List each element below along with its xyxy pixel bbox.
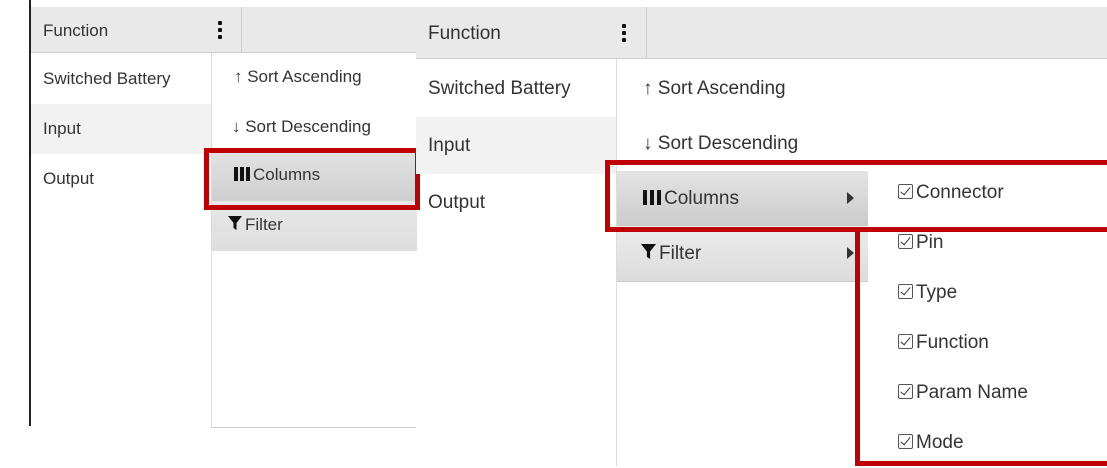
grid-header-left: Function	[31, 7, 417, 53]
menu-item-filter-wrap: Filter	[641, 243, 701, 265]
column-header-function[interactable]: Function	[428, 23, 501, 45]
kebab-menu-icon[interactable]	[218, 21, 222, 39]
column-header-function[interactable]: Function	[43, 21, 108, 41]
highlight-box-columns-left	[204, 148, 420, 210]
kebab-menu-icon[interactable]	[622, 24, 626, 42]
filter-icon	[228, 216, 242, 230]
cell-function: Output	[428, 192, 486, 213]
menu-item-label: ↑ Sort Ascending	[643, 78, 786, 99]
cell-function: Input	[428, 135, 471, 156]
menu-item-label: ↓ Sort Descending	[643, 133, 799, 154]
cell-function: Output	[43, 169, 95, 188]
column-menu-right: ↑ Sort Ascending ↓ Sort Descending Colum…	[616, 59, 869, 466]
highlight-box-columns-right	[605, 160, 1107, 232]
menu-item-label: ↑ Sort Ascending	[234, 67, 362, 86]
table-row[interactable]: Input	[31, 104, 211, 154]
header-separator	[241, 7, 242, 53]
menu-item-label: Filter	[659, 243, 702, 264]
table-row[interactable]: Switched Battery	[31, 54, 211, 104]
menu-item-filter[interactable]: Filter	[617, 226, 869, 282]
filter-icon	[641, 244, 656, 259]
table-row[interactable]: Switched Battery	[416, 60, 616, 117]
cell-function: Switched Battery	[43, 69, 171, 88]
submenu-arrow-icon	[847, 247, 854, 259]
highlight-box-submenu	[855, 227, 1107, 466]
table-row[interactable]: Output	[31, 154, 211, 204]
cell-function: Input	[43, 119, 81, 138]
column-menu-left: ↑ Sort Ascending ↓ Sort Descending Colum…	[211, 53, 417, 428]
cell-function: Switched Battery	[428, 78, 571, 99]
header-separator	[646, 7, 647, 59]
menu-item-filter-wrap: Filter	[228, 215, 283, 235]
table-row[interactable]: Input	[416, 117, 616, 174]
menu-item-label: ↓ Sort Descending	[232, 117, 371, 136]
table-row[interactable]: Output	[416, 174, 616, 231]
menu-item-sort-ascending[interactable]: ↑ Sort Ascending	[212, 53, 417, 103]
grid-header-right: Function	[416, 7, 1107, 59]
menu-item-sort-ascending[interactable]: ↑ Sort Ascending	[617, 61, 869, 116]
menu-item-label: Filter	[245, 215, 283, 234]
menu-item-sort-descending[interactable]: ↓ Sort Descending	[212, 103, 417, 153]
